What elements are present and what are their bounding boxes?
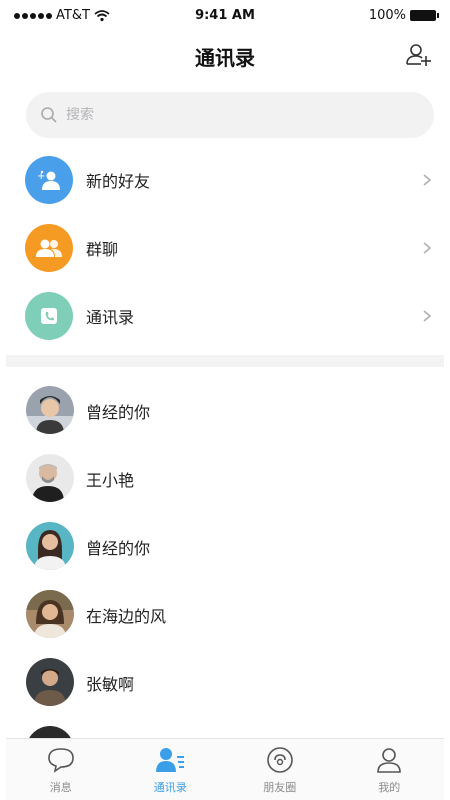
tab-label: 我的 <box>378 781 401 794</box>
moments-icon <box>266 747 293 773</box>
search-icon <box>41 107 57 123</box>
profile-icon <box>377 748 402 773</box>
battery-icon <box>410 10 439 21</box>
contact-name: 曾经的你 <box>86 403 151 422</box>
menu-item-label: 群聊 <box>86 240 119 259</box>
chevron-right-icon <box>423 242 432 254</box>
contact-row[interactable]: 张敏啊 <box>6 648 444 716</box>
contact-name: 张敏啊 <box>86 675 135 694</box>
contact-row[interactable]: 在海边的风 <box>6 580 444 648</box>
status-right: 100% <box>368 8 439 23</box>
contact-name: 王小艳 <box>86 471 135 490</box>
new-friend-icon: + <box>25 156 73 204</box>
chat-bubble-icon <box>47 748 74 773</box>
menu-item-label: 新的好友 <box>86 172 151 191</box>
group-chat-icon <box>25 224 73 272</box>
nav-bar: 通讯录 <box>6 30 444 80</box>
phone-screen: AT&T 9:41 AM 100% 通讯录 搜索 + 新的好友 群聊 通讯录 曾… <box>6 0 444 800</box>
contact-row[interactable]: 曾经的你 <box>6 376 444 444</box>
page-title: 通讯录 <box>195 46 255 70</box>
avatar <box>26 454 74 502</box>
contact-name: 曾经的你 <box>86 539 151 558</box>
tab-label: 通讯录 <box>153 781 187 794</box>
menu-item-new-friends[interactable]: + 新的好友 <box>6 146 444 214</box>
avatar <box>26 658 74 706</box>
menu-item-label: 通讯录 <box>86 308 135 327</box>
search-input[interactable] <box>66 107 366 123</box>
search-bar[interactable] <box>26 92 434 138</box>
add-person-icon <box>406 44 431 66</box>
tab-bar: 消息 通讯录 朋友圈 我的 <box>6 738 444 800</box>
phone-book-icon <box>25 292 73 340</box>
tab-label: 消息 <box>49 781 72 794</box>
avatar <box>26 590 74 638</box>
section-divider <box>6 355 444 367</box>
tab-profile[interactable]: 我的 <box>335 739 445 800</box>
tab-moments[interactable]: 朋友圈 <box>225 739 335 800</box>
battery-label: 100% <box>368 8 406 23</box>
status-bar: AT&T 9:41 AM 100% <box>6 0 444 30</box>
contact-name: 在海边的风 <box>86 607 167 626</box>
menu-item-group-chat[interactable]: 群聊 <box>6 214 444 282</box>
menu-item-phone-book[interactable]: 通讯录 <box>6 282 444 350</box>
tab-label: 朋友圈 <box>263 781 297 794</box>
contact-row[interactable]: 曾经的你 <box>6 512 444 580</box>
tab-messages[interactable]: 消息 <box>6 739 116 800</box>
avatar <box>26 386 74 434</box>
avatar <box>26 522 74 570</box>
contacts-icon <box>156 748 185 772</box>
contact-row[interactable]: 王小艳 <box>6 444 444 512</box>
tab-contacts[interactable]: 通讯录 <box>116 739 226 800</box>
chevron-right-icon <box>423 310 432 322</box>
add-contact-button[interactable] <box>404 40 434 70</box>
chevron-right-icon <box>423 174 432 186</box>
